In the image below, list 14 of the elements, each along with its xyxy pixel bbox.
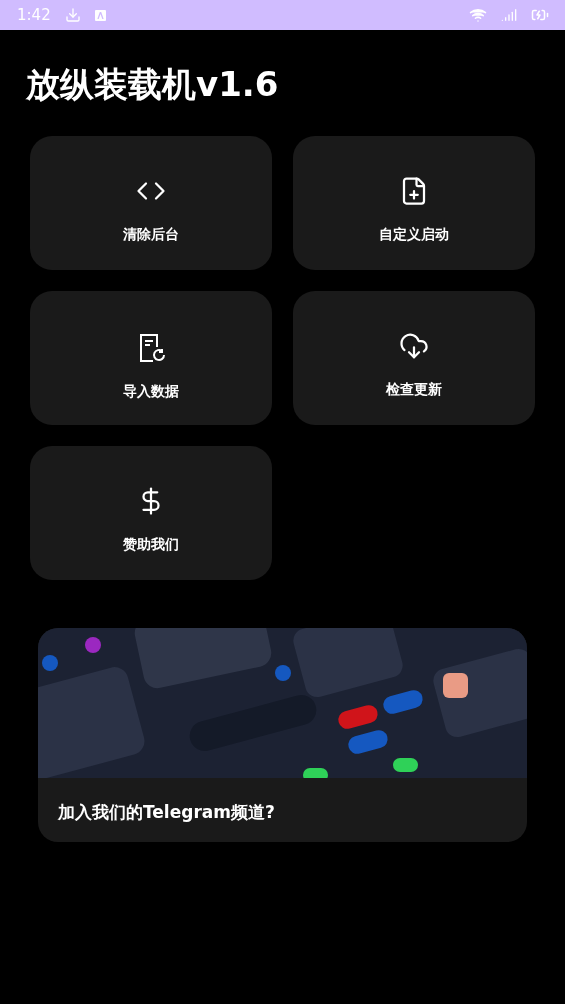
action-button[interactable]: 检查更新 bbox=[293, 291, 535, 425]
app-title: 放纵装载机v1.6 bbox=[26, 63, 280, 106]
banner-caption: 加入我们的Telegram频道? bbox=[58, 801, 276, 824]
wifi-icon bbox=[469, 6, 487, 24]
signal-icon bbox=[501, 7, 517, 23]
action-button[interactable]: 赞助我们 bbox=[30, 446, 272, 580]
action-button[interactable]: 清除后台 bbox=[30, 136, 272, 270]
notification-icon bbox=[94, 9, 106, 21]
status-time: 1:42 bbox=[17, 6, 51, 24]
download-icon bbox=[64, 7, 81, 23]
banner-card[interactable]: 加入我们的Telegram频道? bbox=[38, 628, 527, 842]
action-button[interactable]: 自定义启动 bbox=[293, 136, 535, 270]
action-button[interactable]: 导入数据 bbox=[30, 291, 272, 425]
cloud-download-icon bbox=[399, 331, 429, 361]
